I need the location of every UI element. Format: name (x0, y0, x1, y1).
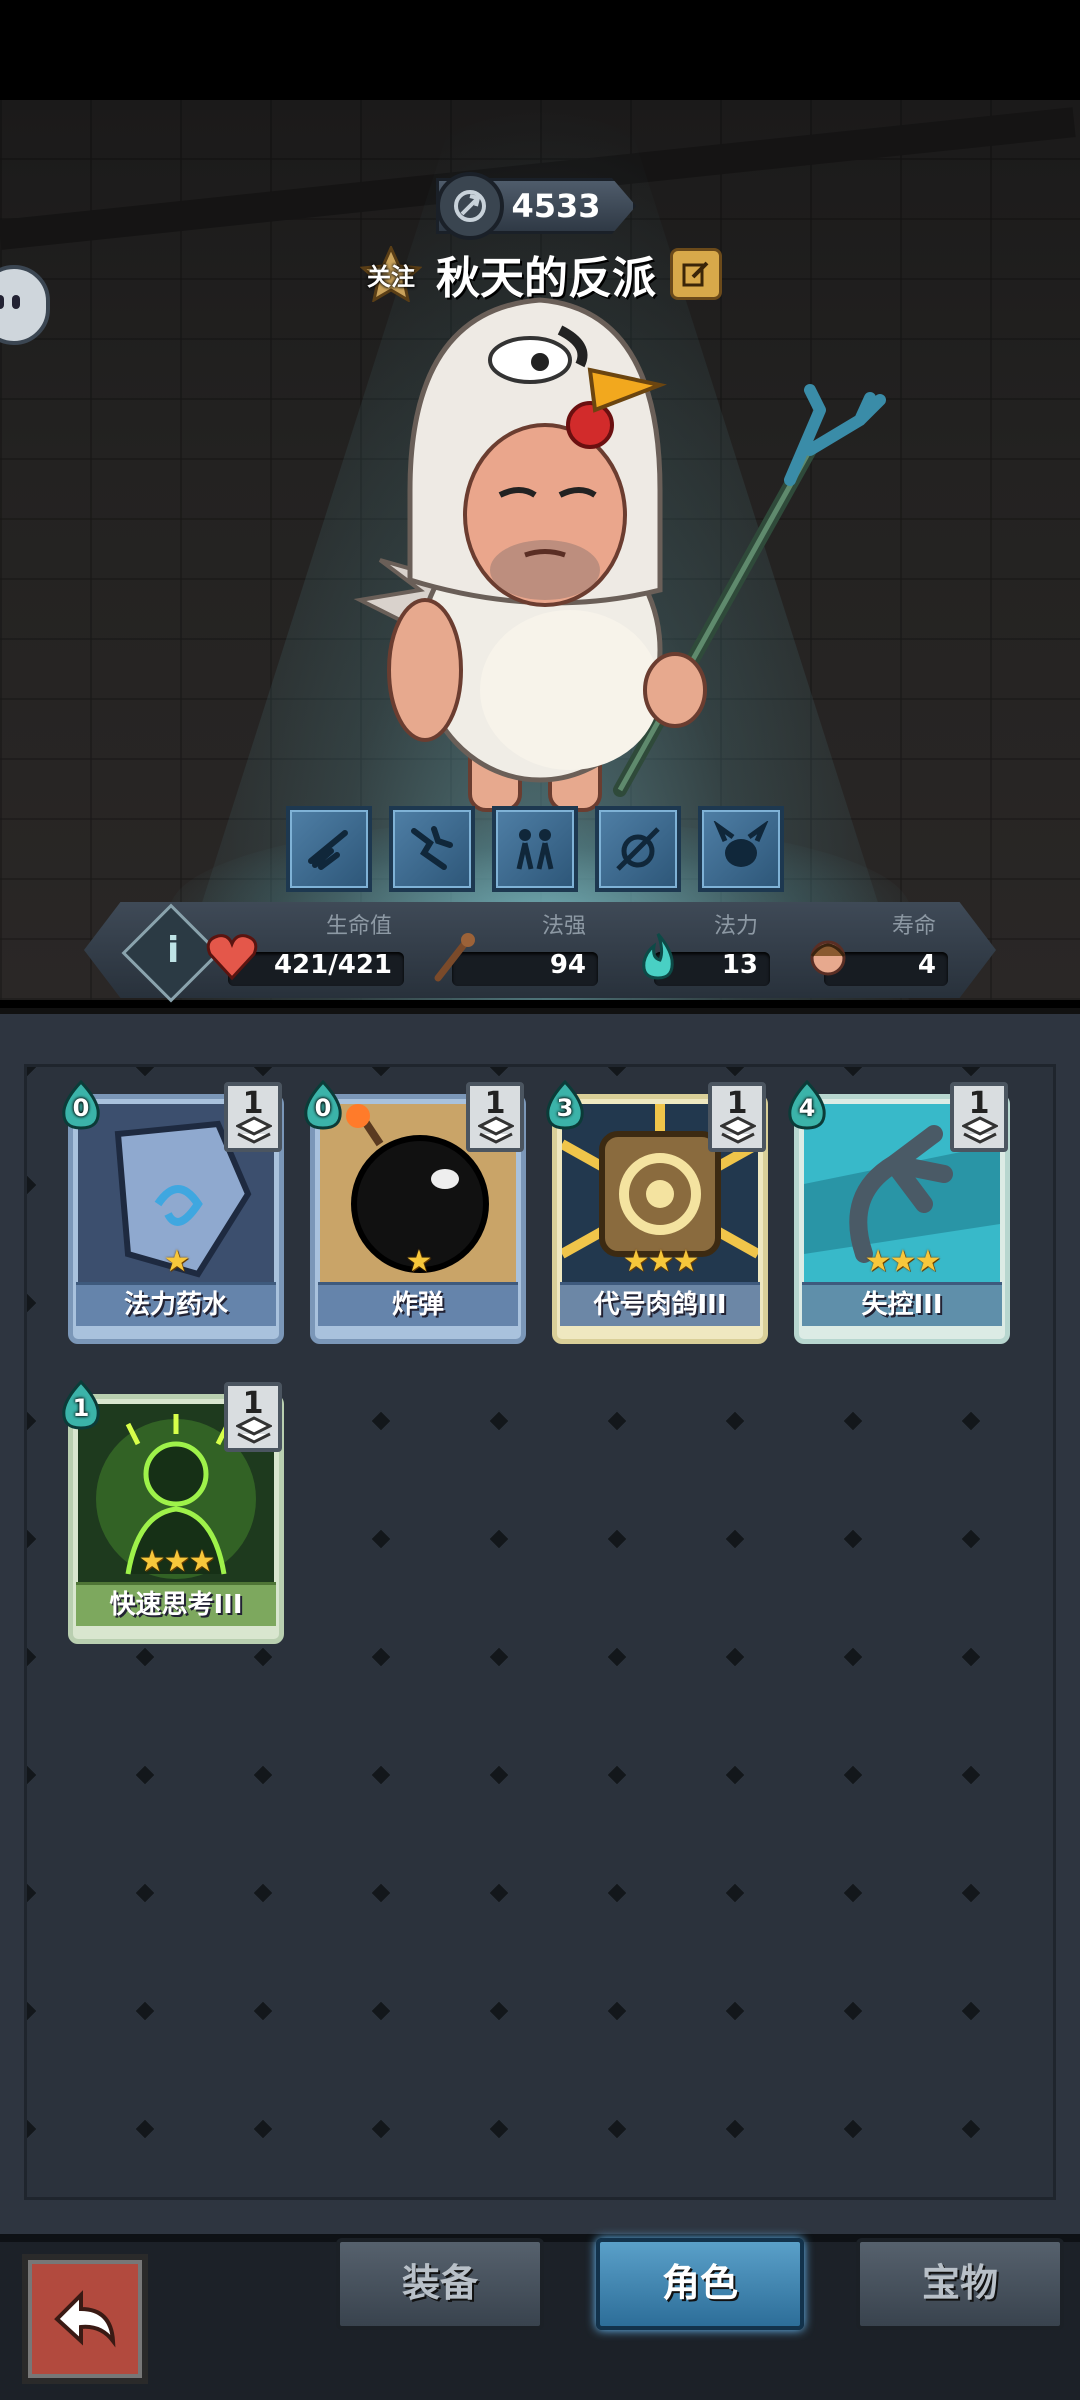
target-skill-icon (616, 827, 660, 871)
twins-skill-icon (516, 829, 554, 870)
stack-icon (236, 1116, 272, 1144)
tab-treasure[interactable]: 宝物 (856, 2238, 1064, 2330)
card-stars: ★ (163, 1244, 191, 1279)
back-button[interactable] (22, 2254, 148, 2384)
broom-skill-icon (308, 830, 348, 870)
mana-value: 13 (721, 950, 758, 980)
stack-icon (962, 1116, 998, 1144)
card-count-badge: 1 (466, 1082, 524, 1152)
bottom-nav: 装备 角色 宝物 (0, 2234, 1080, 2400)
crack-skill-icon (411, 826, 453, 870)
mana-cost-badge: 1 (58, 1379, 104, 1430)
mana-flame-icon (642, 933, 674, 980)
chicken-costume-character[interactable] (340, 290, 900, 830)
lifespan-stat: 寿命 4 (800, 906, 948, 994)
card-mana-potion[interactable]: ★ 法力药水 0 1 (62, 1079, 284, 1344)
card-count-badge: 1 (224, 1382, 282, 1452)
card-codename-roguelike[interactable]: ★★★ 代号肉鸽III 3 1 (546, 1079, 768, 1344)
follow-label: 关注 (367, 262, 415, 291)
health-label: 生命值 (325, 914, 392, 939)
card-title: 代号肉鸽III (560, 1282, 760, 1326)
card-count-badge: 1 (224, 1082, 282, 1152)
mana-cost-badge: 3 (542, 1079, 588, 1130)
skill-slots (286, 806, 784, 892)
card-count-badge: 1 (950, 1082, 1008, 1152)
card-quick-thinking[interactable]: ★★★ 快速思考III 1 1 (62, 1379, 284, 1644)
rank-icon (436, 172, 504, 240)
mana-label: 法力 (713, 914, 758, 939)
lifespan-value: 4 (917, 950, 936, 980)
skill-slot-1[interactable] (286, 806, 372, 892)
skill-slot-2[interactable] (389, 806, 475, 892)
skill-slot-3[interactable] (492, 806, 578, 892)
mana-stat: 法力 13 (630, 906, 770, 994)
score-value: 4533 (511, 187, 601, 225)
health-value: 421/421 (273, 950, 392, 980)
stack-icon (478, 1116, 514, 1144)
spell-power-value: 94 (549, 950, 586, 980)
card-title: 法力药水 (76, 1282, 276, 1326)
card-stars: ★★★ (864, 1244, 942, 1279)
status-bar-area (0, 0, 1080, 100)
stats-content: i 生命值 421/421 法强 94 法力 13 寿命 4 (88, 903, 992, 1003)
card-title: 失控III (802, 1282, 1002, 1326)
mana-cost-badge: 0 (300, 1079, 346, 1130)
card-title: 炸弹 (318, 1282, 518, 1326)
skill-slot-5[interactable] (698, 806, 784, 892)
heart-icon (206, 934, 258, 981)
skill-slot-4[interactable] (595, 806, 681, 892)
monster-skill-icon (713, 821, 769, 867)
card-stars: ★ (405, 1244, 433, 1279)
card-stars: ★★★ (138, 1544, 216, 1579)
back-arrow-icon (54, 2290, 116, 2348)
card-stars: ★★★ (622, 1244, 700, 1279)
tab-equipment[interactable]: 装备 (336, 2238, 544, 2330)
spell-power-label: 法强 (541, 914, 586, 939)
mana-cost-badge: 4 (784, 1079, 830, 1130)
lifespan-label: 寿命 (891, 914, 936, 939)
health-stat: 生命值 421/421 (204, 906, 404, 994)
stack-icon (236, 1416, 272, 1444)
character-head-icon (810, 940, 846, 976)
mana-cost-badge: 0 (58, 1079, 104, 1130)
pencil-icon (682, 261, 709, 287)
card-bomb[interactable]: ★ 炸弹 0 1 (304, 1079, 526, 1344)
card-count-badge: 1 (708, 1082, 766, 1152)
tab-character[interactable]: 角色 (596, 2238, 804, 2330)
staff-icon (434, 933, 475, 982)
card-title: 快速思考III (76, 1582, 276, 1626)
card-out-of-control[interactable]: ★★★ 失控III 4 1 (788, 1079, 1010, 1344)
stack-icon (720, 1116, 756, 1144)
spell-power-stat: 法强 94 (428, 906, 598, 994)
